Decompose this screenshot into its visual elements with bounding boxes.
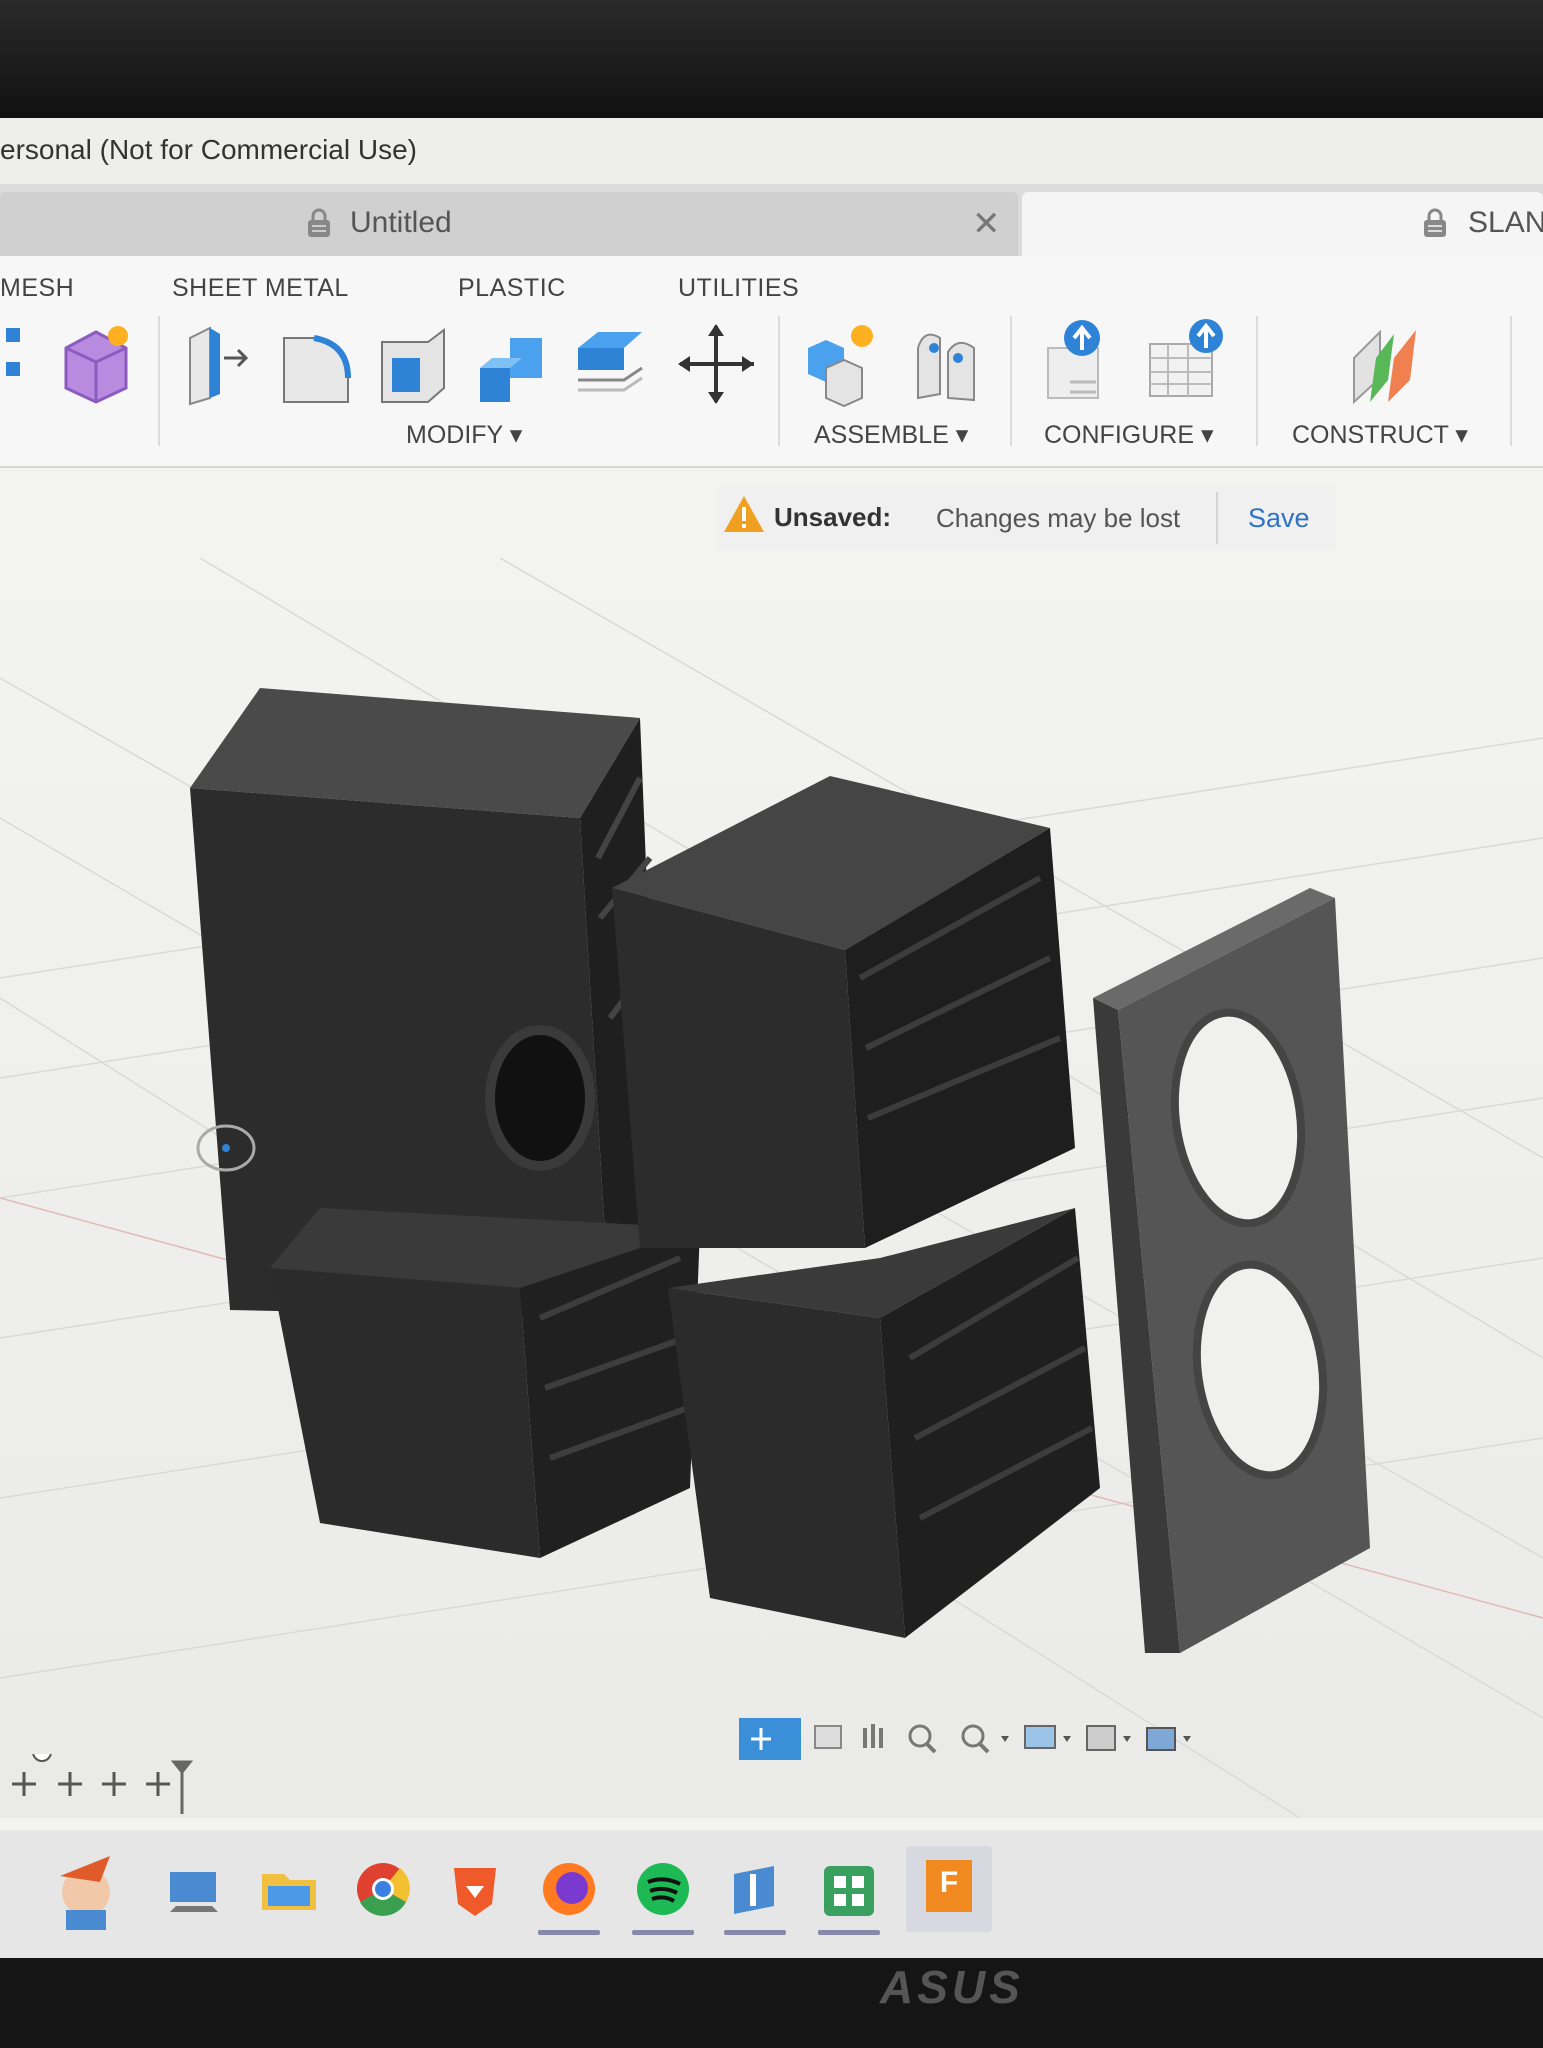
enclosure-bottom-left[interactable]	[270, 1208, 700, 1558]
assemble-menu[interactable]: ASSEMBLE ▾	[814, 420, 968, 450]
shell-icon[interactable]	[372, 318, 454, 408]
separator	[1256, 316, 1258, 446]
brave-icon[interactable]	[432, 1846, 518, 1932]
firefox-icon[interactable]	[526, 1846, 612, 1932]
timeline-start-icon[interactable]	[12, 1772, 36, 1796]
fusion-icon: F	[926, 1860, 972, 1912]
change-parameters-icon[interactable]	[1040, 318, 1122, 408]
monitor-bezel-bottom: ASUS	[0, 1958, 1543, 2048]
pan-icon[interactable]	[863, 1724, 883, 1748]
unsaved-message: Changes may be lost	[936, 503, 1181, 533]
grid-settings-icon[interactable]	[1086, 1725, 1131, 1751]
move-icon[interactable]	[676, 318, 758, 408]
combine-icon[interactable]	[470, 318, 552, 408]
close-icon[interactable]: ✕	[972, 204, 1001, 244]
chrome-icon[interactable]	[340, 1846, 426, 1932]
configure-table-icon[interactable]	[1144, 318, 1226, 408]
tab-untitled[interactable]: Untitled ✕	[0, 192, 1018, 256]
timeline-controls	[12, 1754, 194, 1814]
title-bar: ersonal (Not for Commercial Use)	[0, 118, 1543, 184]
navigation-toolbar	[739, 1718, 1191, 1760]
separator	[1510, 316, 1512, 446]
add-icon[interactable]	[32, 1754, 52, 1762]
save-button[interactable]: Save	[1248, 503, 1310, 534]
desktop-icon[interactable]	[152, 1846, 238, 1932]
monitor-logo: ASUS	[880, 1961, 1024, 2013]
ribbon-tab-utilities[interactable]: UTILITIES	[678, 274, 799, 303]
timeline-marker-icon[interactable]	[170, 1760, 194, 1814]
fusion-taskbar-button[interactable]: F	[906, 1846, 992, 1932]
zoom-icon[interactable]	[908, 1724, 937, 1754]
document-tab-bar: Untitled ✕ SLAN	[0, 184, 1543, 256]
monitor-bezel-top	[0, 0, 1543, 118]
display-settings-icon[interactable]	[1024, 1725, 1071, 1749]
zoom-window-icon[interactable]	[961, 1724, 1009, 1754]
spotify-icon[interactable]	[620, 1846, 706, 1932]
press-pull-icon[interactable]	[176, 318, 258, 408]
fillet-icon[interactable]	[274, 318, 356, 408]
sketch-tool-icon[interactable]	[0, 318, 40, 408]
warning-icon	[724, 496, 764, 532]
unsaved-banner: Unsaved: Changes may be lost Save	[716, 486, 1336, 550]
app-icon[interactable]	[712, 1846, 798, 1932]
timeline-play-icon[interactable]	[102, 1772, 126, 1796]
separator	[1010, 316, 1012, 446]
separator	[778, 316, 780, 446]
running-indicator	[538, 1930, 600, 1935]
joint-icon[interactable]	[904, 318, 986, 408]
new-component-icon[interactable]	[800, 318, 882, 408]
running-indicator	[818, 1930, 880, 1935]
look-at-icon[interactable]	[814, 1725, 842, 1749]
ribbon-tab-mesh[interactable]: MESH	[0, 274, 74, 303]
viewports-icon[interactable]	[1146, 1727, 1191, 1751]
construct-menu[interactable]: CONSTRUCT ▾	[1292, 420, 1468, 450]
running-indicator	[632, 1930, 694, 1935]
fusion-window: ersonal (Not for Commercial Use) Untitle…	[0, 118, 1543, 1958]
file-explorer-icon[interactable]	[246, 1846, 332, 1932]
replace-face-icon[interactable]	[568, 318, 650, 408]
lock-icon	[1424, 208, 1446, 237]
offset-plane-icon[interactable]	[1346, 318, 1428, 408]
separator	[1216, 492, 1218, 544]
mascot-icon[interactable]	[30, 1846, 140, 1932]
running-indicator	[724, 1930, 786, 1935]
tab-label: Untitled	[350, 206, 452, 239]
modify-menu[interactable]: MODIFY ▾	[406, 420, 522, 450]
toolbar-ribbon: MESH SHEET METAL PLASTIC UTILITIES MODIF…	[0, 256, 1543, 468]
window-title: ersonal (Not for Commercial Use)	[0, 134, 417, 165]
ribbon-tab-plastic[interactable]: PLASTIC	[458, 274, 566, 303]
lock-icon	[308, 208, 330, 237]
design-canvas[interactable]	[0, 558, 1543, 1818]
timeline-back-icon[interactable]	[58, 1772, 82, 1796]
tab-label: SLAN	[1468, 206, 1543, 239]
separator	[158, 316, 160, 446]
create-form-icon[interactable]	[56, 318, 138, 408]
timeline-forward-icon[interactable]	[146, 1772, 170, 1796]
configure-menu[interactable]: CONFIGURE ▾	[1044, 420, 1214, 450]
store-icon[interactable]	[806, 1846, 892, 1932]
os-taskbar: F	[0, 1830, 1543, 1958]
unsaved-label: Unsaved:	[774, 502, 892, 532]
tab-slan[interactable]: SLAN	[1022, 192, 1543, 256]
ribbon-tab-sheet-metal[interactable]: SHEET METAL	[172, 274, 349, 303]
